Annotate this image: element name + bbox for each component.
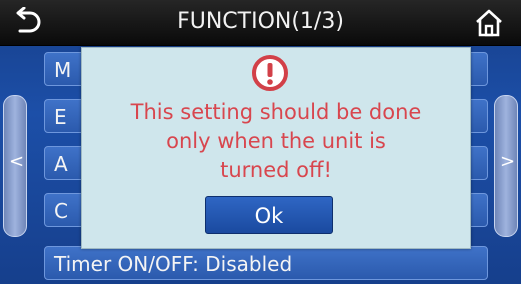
warning-dialog: This setting should be done only when th… xyxy=(81,47,471,249)
warning-icon xyxy=(252,55,288,91)
dialog-message-line: This setting should be done xyxy=(130,100,422,124)
ok-button[interactable]: Ok xyxy=(205,196,333,234)
dialog-message-line: turned off! xyxy=(220,158,332,182)
home-button[interactable] xyxy=(473,7,505,39)
dialog-message: This setting should be done only when th… xyxy=(92,98,460,185)
menu-item-timer[interactable]: Timer ON/OFF: Disabled xyxy=(44,246,488,280)
dialog-message-line: only when the unit is xyxy=(166,129,386,153)
chevron-right-icon: > xyxy=(500,151,516,172)
device-screen: FUNCTION(1/3) < > M E A C Timer ON/OFF: … xyxy=(0,0,521,284)
chevron-left-icon: < xyxy=(9,151,25,172)
page-title: FUNCTION(1/3) xyxy=(177,9,344,34)
home-icon xyxy=(476,9,502,37)
page-right-button[interactable]: > xyxy=(494,95,518,237)
page-left-button[interactable]: < xyxy=(3,95,27,237)
top-bar: FUNCTION(1/3) xyxy=(0,0,521,46)
